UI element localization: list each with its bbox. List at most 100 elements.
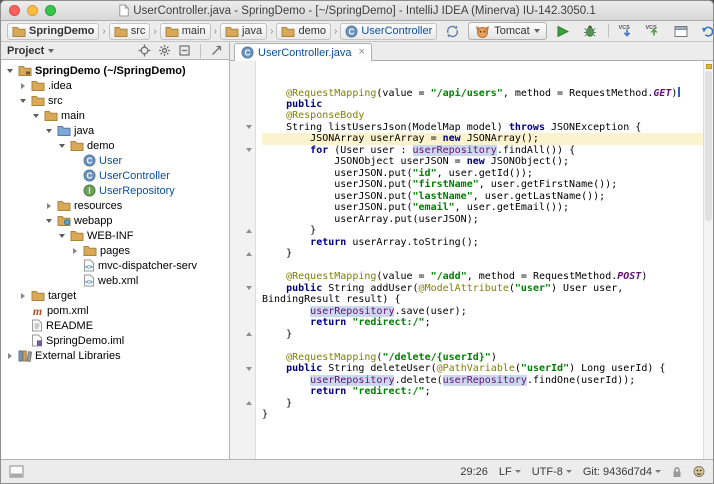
fold-marker-icon[interactable]: [246, 125, 252, 129]
breadcrumb-springdemo[interactable]: SpringDemo: [7, 23, 99, 40]
close-tab-icon[interactable]: ×: [359, 47, 365, 58]
warning-stripe-marker[interactable]: [706, 64, 712, 69]
editor-tab-label: UserController.java: [258, 47, 352, 59]
interface-i-icon: I: [83, 184, 96, 197]
expand-arrow-icon[interactable]: [70, 246, 80, 256]
fold-marker-icon[interactable]: [246, 286, 252, 290]
code-line: public String addUser(@ModelAttribute("u…: [262, 283, 703, 295]
code-area[interactable]: @RequestMapping(value = "/api/users", me…: [256, 61, 703, 459]
status-bar: 29:26 LF UTF-8 Git: 9436d7d4: [1, 459, 713, 483]
caret-position-widget[interactable]: 29:26: [460, 466, 488, 478]
lock-icon[interactable]: [672, 466, 682, 478]
window-title: UserController.java - SpringDemo - [~/Sp…: [118, 4, 595, 17]
tree-item-src[interactable]: src: [1, 93, 229, 108]
project-view-select[interactable]: Project: [7, 45, 54, 57]
tree-item-webapp[interactable]: webapp: [1, 213, 229, 228]
changes-view-button[interactable]: [670, 22, 692, 41]
fold-marker-icon[interactable]: [246, 401, 252, 405]
text-caret: [678, 87, 680, 97]
breadcrumb-main[interactable]: main: [160, 23, 211, 40]
vcs-branch-widget[interactable]: Git: 9436d7d4: [583, 466, 661, 478]
folder-icon: [44, 109, 58, 122]
collapse-arrow-icon[interactable]: [44, 216, 54, 226]
tree-item-mvc-dispatcher-serv[interactable]: <>mvc-dispatcher-serv: [1, 258, 229, 273]
tree-item-springdemo[interactable]: SpringDemo (~/SpringDemo): [1, 63, 229, 78]
gutter-line: [230, 306, 255, 318]
tree-item-external-libraries[interactable]: External Libraries: [1, 348, 229, 363]
expand-arrow-icon[interactable]: [5, 351, 15, 361]
collapse-arrow-icon[interactable]: [18, 96, 28, 106]
synchronize-icon: [445, 24, 460, 39]
editor-scrollbar[interactable]: [703, 61, 713, 459]
breadcrumb-java[interactable]: java: [220, 23, 267, 40]
run-button[interactable]: [552, 22, 574, 41]
gutter-line: [230, 145, 255, 157]
gutter-line: [230, 340, 255, 352]
expand-arrow-icon[interactable]: [44, 201, 54, 211]
tree-item-main[interactable]: main: [1, 108, 229, 123]
editor-tab-usercontroller[interactable]: C UserController.java ×: [234, 43, 372, 61]
editor-gutter[interactable]: [230, 61, 256, 459]
tree-item-usercontroller[interactable]: CUserController: [1, 168, 229, 183]
gutter-line: [230, 64, 255, 76]
toolwindow-toggle-icon[interactable]: [9, 465, 24, 478]
tree-item-userrepository[interactable]: IUserRepository: [1, 183, 229, 198]
collapse-arrow-icon[interactable]: [57, 141, 67, 151]
tree-item-web-xml[interactable]: <>web.xml: [1, 273, 229, 288]
code-editor[interactable]: @RequestMapping(value = "/api/users", me…: [230, 61, 713, 459]
breadcrumb-demo[interactable]: demo: [276, 23, 331, 40]
zoom-window-button[interactable]: [45, 5, 56, 16]
svg-text:C: C: [87, 172, 93, 181]
close-window-button[interactable]: [9, 5, 20, 16]
tree-item--idea[interactable]: .idea: [1, 78, 229, 93]
tree-item-demo[interactable]: demo: [1, 138, 229, 153]
breadcrumb-usercontroller[interactable]: CUserController: [340, 23, 437, 40]
line-separator-widget[interactable]: LF: [499, 466, 521, 478]
collapse-arrow-icon[interactable]: [57, 231, 67, 241]
debug-button[interactable]: [579, 22, 601, 41]
settings-gear-icon[interactable]: [158, 44, 171, 57]
tree-item-target[interactable]: target: [1, 288, 229, 303]
tree-item-user[interactable]: CUser: [1, 153, 229, 168]
expand-arrow-icon[interactable]: [18, 291, 28, 301]
breadcrumb-src[interactable]: src: [109, 23, 151, 40]
tree-item-web-inf[interactable]: WEB-INF: [1, 228, 229, 243]
document-icon: [118, 4, 129, 17]
fold-marker-icon[interactable]: [246, 367, 252, 371]
hector-inspector-icon[interactable]: [693, 465, 705, 478]
rollback-button[interactable]: [697, 22, 714, 41]
vcs-update-button[interactable]: VCS: [616, 22, 638, 41]
tree-item-springdemo-iml[interactable]: SpringDemo.iml: [1, 333, 229, 348]
run-configuration-select[interactable]: Tomcat: [468, 22, 546, 40]
code-line: }: [262, 409, 703, 421]
tree-item-java[interactable]: java: [1, 123, 229, 138]
gutter-line: [230, 294, 255, 306]
collapse-all-icon[interactable]: [178, 44, 191, 57]
tree-item-pages[interactable]: pages: [1, 243, 229, 258]
tree-item-resources[interactable]: resources: [1, 198, 229, 213]
tree-item-label: resources: [74, 200, 122, 212]
code-line: return "redirect:/";: [262, 386, 703, 398]
hide-panel-icon[interactable]: [210, 44, 223, 57]
fold-marker-icon[interactable]: [246, 252, 252, 256]
vcs-commit-button[interactable]: VCS: [643, 22, 665, 41]
tree-item-pom-xml[interactable]: mpom.xml: [1, 303, 229, 318]
fold-marker-icon[interactable]: [246, 332, 252, 336]
collapse-arrow-icon[interactable]: [5, 66, 15, 76]
collapse-arrow-icon[interactable]: [31, 111, 41, 121]
tree-item-readme[interactable]: README: [1, 318, 229, 333]
collapse-arrow-icon[interactable]: [44, 126, 54, 136]
synchronize-button[interactable]: [441, 22, 463, 41]
locate-icon[interactable]: [138, 44, 151, 57]
tree-item-label: java: [74, 125, 94, 137]
fold-marker-icon[interactable]: [246, 148, 252, 152]
gutter-line: [230, 248, 255, 260]
tree-item-label: src: [48, 95, 63, 107]
window-title-text: UserController.java - SpringDemo - [~/Sp…: [133, 5, 595, 17]
encoding-widget[interactable]: UTF-8: [532, 466, 572, 478]
scrollbar-thumb[interactable]: [705, 71, 712, 221]
expand-arrow-icon[interactable]: [18, 81, 28, 91]
minimize-window-button[interactable]: [27, 5, 38, 16]
fold-marker-icon[interactable]: [246, 229, 252, 233]
chevron-down-icon: [566, 470, 572, 473]
